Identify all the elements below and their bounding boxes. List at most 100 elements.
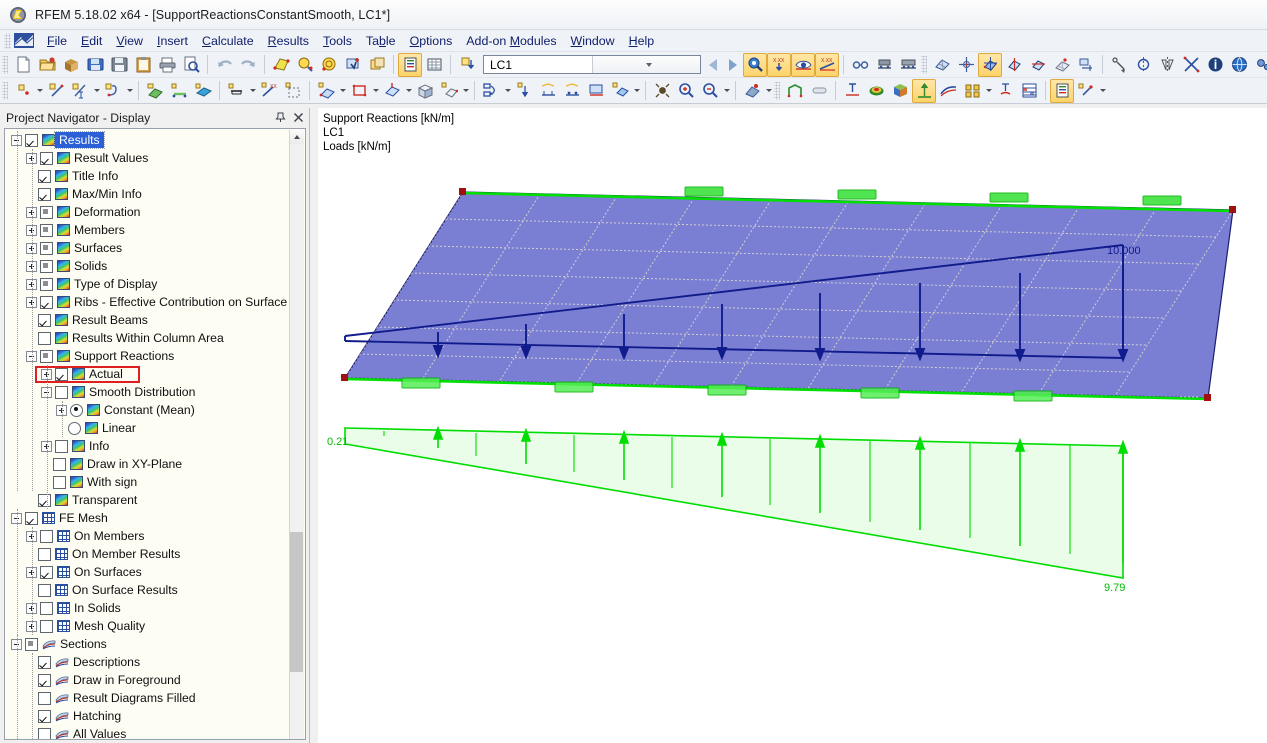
tree-checkbox[interactable] bbox=[38, 170, 51, 183]
surface-icon[interactable] bbox=[143, 79, 167, 103]
tree-item-type-of-display[interactable]: Type of Display bbox=[5, 275, 293, 293]
tree-checkbox[interactable] bbox=[40, 566, 53, 579]
menu-window[interactable]: Window bbox=[564, 32, 622, 50]
tree-checkbox[interactable] bbox=[25, 134, 38, 147]
info-icon[interactable] bbox=[1203, 53, 1227, 77]
section-icon[interactable] bbox=[840, 79, 864, 103]
tree-item-members[interactable]: Members bbox=[5, 221, 293, 239]
tree-item-on-surface-results[interactable]: On Surface Results bbox=[5, 581, 293, 599]
surface-support-icon[interactable] bbox=[281, 79, 305, 103]
tree-checkbox[interactable] bbox=[38, 494, 51, 507]
tree-checkbox[interactable] bbox=[38, 188, 51, 201]
save-icon[interactable] bbox=[107, 53, 131, 77]
mesh-icon[interactable] bbox=[930, 53, 954, 77]
tree-item-on-surfaces[interactable]: On Surfaces bbox=[5, 563, 293, 581]
line-icon[interactable] bbox=[44, 79, 68, 103]
load-member-dropdown-arrow-icon[interactable] bbox=[404, 80, 413, 102]
line-dim-icon[interactable] bbox=[68, 79, 92, 103]
toolbar-grip-handle[interactable] bbox=[921, 56, 927, 74]
tree-item-deformation[interactable]: Deformation bbox=[5, 203, 293, 221]
table-grid-icon[interactable] bbox=[1017, 79, 1041, 103]
supports-all-icon[interactable] bbox=[896, 53, 920, 77]
glasses-icon[interactable] bbox=[848, 53, 872, 77]
dimension-icon[interactable] bbox=[1107, 53, 1131, 77]
cross-select-icon[interactable] bbox=[1179, 53, 1203, 77]
mirror-icon[interactable] bbox=[1155, 53, 1179, 77]
node-icon[interactable] bbox=[11, 79, 35, 103]
tree-checkbox[interactable] bbox=[55, 368, 68, 381]
load-free-icon[interactable] bbox=[347, 79, 371, 103]
tree-checkbox[interactable] bbox=[25, 638, 38, 651]
new-file-icon[interactable] bbox=[11, 53, 35, 77]
tree-checkbox[interactable] bbox=[38, 710, 51, 723]
tree-item-result-beams[interactable]: Result Beams bbox=[5, 311, 293, 329]
tree-checkbox[interactable] bbox=[55, 386, 68, 399]
wizard-icon[interactable] bbox=[1074, 79, 1098, 103]
tree-checkbox[interactable] bbox=[55, 440, 68, 453]
tree-item-support-reactions[interactable]: Support Reactions bbox=[5, 347, 293, 365]
load-solid-icon[interactable] bbox=[413, 79, 437, 103]
calc-dropdown-arrow-icon[interactable] bbox=[764, 80, 773, 102]
axes-xz-icon[interactable] bbox=[1002, 53, 1026, 77]
tree-checkbox[interactable] bbox=[40, 350, 53, 363]
undo-icon[interactable] bbox=[212, 53, 236, 77]
toolbar-grip-handle[interactable] bbox=[2, 56, 8, 74]
menu-file[interactable]: File bbox=[40, 32, 74, 50]
next-loadcase-icon[interactable] bbox=[723, 54, 743, 76]
tree-item-title-info[interactable]: Title Info bbox=[5, 167, 293, 185]
solid-cube-icon[interactable] bbox=[888, 79, 912, 103]
move-icon[interactable] bbox=[479, 79, 503, 103]
copy-dropdown-arrow-icon[interactable] bbox=[461, 80, 470, 102]
pin-icon[interactable] bbox=[273, 110, 288, 125]
prev-loadcase-icon[interactable] bbox=[703, 54, 723, 76]
display-tree[interactable]: ResultsResult ValuesTitle InfoMax/Min In… bbox=[5, 131, 293, 740]
tree-item-fe-mesh[interactable]: FE Mesh bbox=[5, 509, 293, 527]
tree-item-results[interactable]: Results bbox=[5, 131, 293, 149]
nodal-support-dropdown-arrow-icon[interactable] bbox=[248, 80, 257, 102]
support-set3-icon[interactable] bbox=[584, 79, 608, 103]
menu-addon-modules[interactable]: Add-on Modules bbox=[459, 32, 563, 50]
print-icon[interactable] bbox=[155, 53, 179, 77]
tree-checkbox[interactable] bbox=[38, 674, 51, 687]
tree-checkbox[interactable] bbox=[38, 728, 51, 741]
support-reactions-icon[interactable] bbox=[912, 79, 936, 103]
dlubal-logo-icon[interactable] bbox=[13, 32, 35, 49]
tree-checkbox[interactable] bbox=[53, 476, 66, 489]
render-icon[interactable] bbox=[269, 53, 293, 77]
open-file-icon[interactable] bbox=[35, 53, 59, 77]
load-case-value[interactable]: LC1 bbox=[484, 58, 592, 72]
open-package-icon[interactable] bbox=[59, 53, 83, 77]
gears-icon[interactable] bbox=[1251, 53, 1267, 77]
result-diagram-icon[interactable]: X.XX bbox=[815, 53, 839, 77]
tree-item-max-min-info[interactable]: Max/Min Info bbox=[5, 185, 293, 203]
menu-edit[interactable]: Edit bbox=[74, 32, 109, 50]
tree-item-result-diagrams-filled[interactable]: Result Diagrams Filled bbox=[5, 689, 293, 707]
clipboard-icon[interactable] bbox=[131, 53, 155, 77]
model-view-canvas[interactable]: Support Reactions [kN/m] LC1 Loads [kN/m… bbox=[318, 108, 1267, 743]
frame-icon[interactable] bbox=[783, 79, 807, 103]
polyline-dropdown-arrow-icon[interactable] bbox=[125, 80, 134, 102]
zoom-out-icon[interactable] bbox=[698, 79, 722, 103]
deformation-icon[interactable]: X.XX bbox=[767, 53, 791, 77]
nodal-support-icon[interactable] bbox=[224, 79, 248, 103]
smooth-icon[interactable] bbox=[936, 79, 960, 103]
menu-view[interactable]: View bbox=[109, 32, 150, 50]
mirror-axis-icon[interactable] bbox=[1131, 53, 1155, 77]
save-as-icon[interactable] bbox=[83, 53, 107, 77]
zoom-dropdown-arrow-icon[interactable] bbox=[722, 80, 731, 102]
tree-item-results-within-column-area[interactable]: Results Within Column Area bbox=[5, 329, 293, 347]
result-values-icon[interactable] bbox=[791, 53, 815, 77]
axes-yz-icon[interactable] bbox=[1026, 53, 1050, 77]
navigator-tree-container[interactable]: ResultsResult ValuesTitle InfoMax/Min In… bbox=[4, 128, 306, 740]
move-dropdown-arrow-icon[interactable] bbox=[503, 80, 512, 102]
scroll-up-arrow-icon[interactable] bbox=[290, 130, 304, 144]
toolbar-grip-handle[interactable] bbox=[2, 82, 8, 100]
globe-icon[interactable] bbox=[1227, 53, 1251, 77]
support-set2-icon[interactable] bbox=[560, 79, 584, 103]
navigator-scrollbar[interactable] bbox=[289, 130, 304, 740]
tree-checkbox[interactable] bbox=[38, 314, 51, 327]
menu-insert[interactable]: Insert bbox=[150, 32, 195, 50]
copy-window-icon[interactable] bbox=[365, 53, 389, 77]
results-on-icon[interactable] bbox=[743, 53, 767, 77]
load-surface-dropdown-arrow-icon[interactable] bbox=[338, 80, 347, 102]
